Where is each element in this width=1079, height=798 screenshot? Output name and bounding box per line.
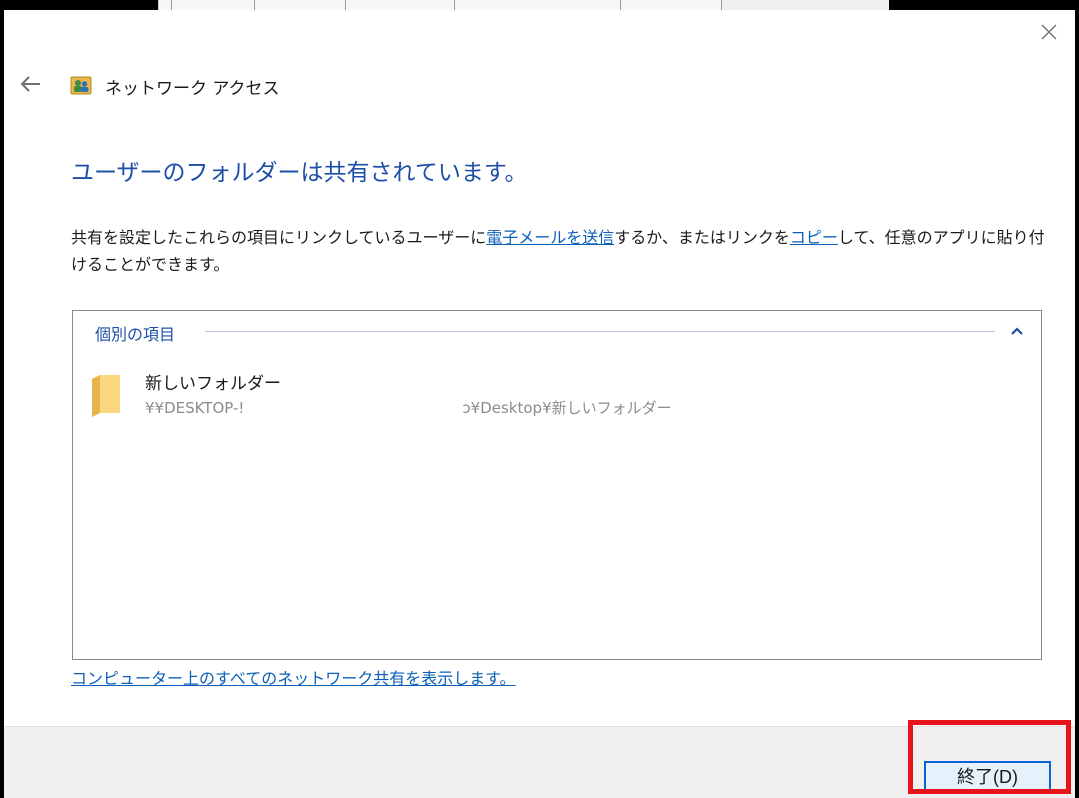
folder-icon <box>89 373 123 419</box>
network-access-dialog: ネットワーク アクセス ユーザーのフォルダーは共有されています。 共有を設定した… <box>4 10 1075 798</box>
background-tab <box>159 0 172 10</box>
window-title: ネットワーク アクセス <box>105 79 280 99</box>
copy-link[interactable]: コピー <box>790 228 838 247</box>
folder-network-path: ¥¥DESKTOP-! ɔ¥Desktop¥新しいフォルダー <box>145 397 672 418</box>
background-tab <box>172 0 255 10</box>
group-divider <box>205 331 995 332</box>
show-all-network-shares-link[interactable]: コンピューター上のすべてのネットワーク共有を表示します。 <box>71 665 516 689</box>
close-icon <box>1041 24 1057 40</box>
finish-button[interactable]: 終了(D) <box>924 761 1051 794</box>
background-tab <box>455 0 621 10</box>
description-part: するか、またはリンクを <box>614 228 790 247</box>
background-tab <box>346 0 455 10</box>
folder-name: 新しいフォルダー <box>145 374 281 394</box>
chevron-up-icon <box>1011 327 1023 335</box>
description-part: 共有を設定したこれらの項目にリンクしているユーザーに <box>71 228 487 247</box>
background-tab <box>255 0 346 10</box>
back-arrow-icon <box>20 76 40 92</box>
send-email-link[interactable]: 電子メールを送信 <box>486 228 614 247</box>
screen: ネットワーク アクセス ユーザーのフォルダーは共有されています。 共有を設定した… <box>0 0 1079 798</box>
network-users-icon <box>70 74 92 96</box>
description-text: 共有を設定したこれらの項目にリンクしているユーザーに電子メールを送信するか、また… <box>71 224 1056 278</box>
folder-path-end: ɔ¥Desktop¥新しいフォルダー <box>462 399 672 417</box>
back-button[interactable] <box>16 71 46 97</box>
background-tab <box>621 0 722 10</box>
folder-path-start: ¥¥DESKTOP-! <box>145 399 245 417</box>
collapse-group-button[interactable] <box>1007 321 1027 341</box>
shared-items-list[interactable]: 個別の項目 新しいフォルダー ¥¥DESKTOP-! ɔ¥Desktop¥新しい… <box>72 310 1042 660</box>
close-button[interactable] <box>1037 20 1061 44</box>
dialog-footer: 終了(D) <box>4 726 1075 798</box>
background-window-tabs <box>158 0 889 10</box>
navigation-bar: ネットワーク アクセス <box>4 66 304 102</box>
shared-folder-item[interactable]: 新しいフォルダー ¥¥DESKTOP-! ɔ¥Desktop¥新しいフォルダー <box>89 367 989 423</box>
page-heading: ユーザーのフォルダーは共有されています。 <box>71 160 528 186</box>
group-header-individual-items: 個別の項目 <box>95 325 176 344</box>
